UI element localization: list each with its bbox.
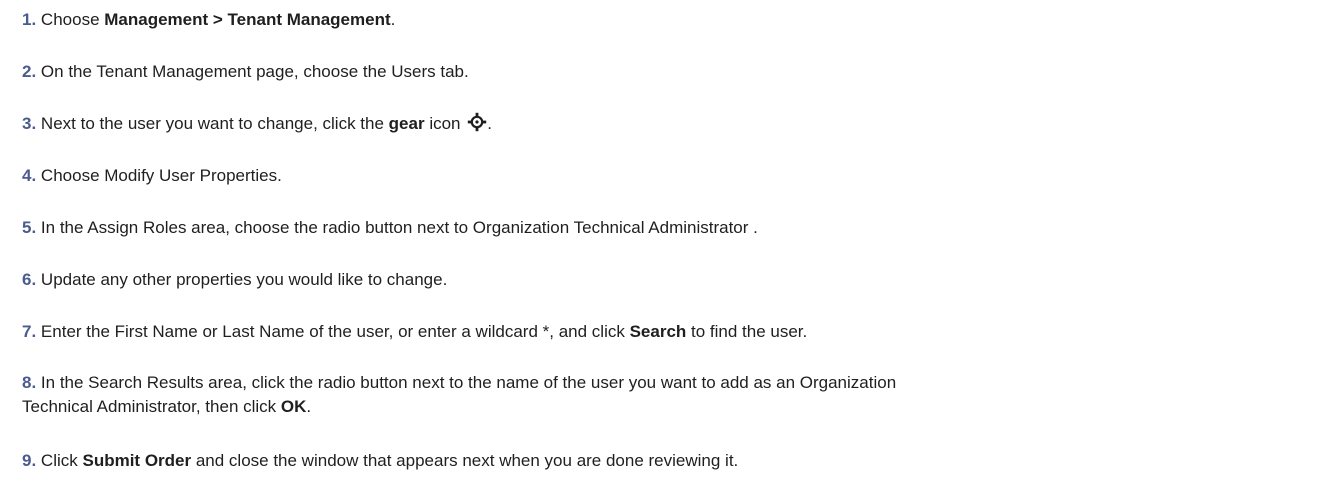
step-number: 6.	[22, 270, 37, 289]
step-text: .	[487, 114, 492, 133]
step-8: 8. In the Search Results area, click the…	[22, 371, 1297, 419]
step-text: Click	[40, 451, 83, 470]
step-text: In the Assign Roles area, choose the rad…	[40, 218, 758, 237]
step-number: 1.	[22, 10, 37, 29]
gear-icon	[467, 112, 487, 132]
step-number: 8.	[22, 373, 37, 392]
step-text: .	[390, 10, 396, 29]
step-7: 7. Enter the First Name or Last Name of …	[22, 320, 1297, 344]
ok-keyword: OK	[280, 397, 307, 416]
step-text: On the Tenant Management page, choose th…	[40, 62, 469, 81]
step-text: icon	[424, 114, 466, 133]
step-text: .	[306, 397, 312, 416]
step-text: Choose	[40, 10, 105, 29]
step-text: and close the window that appears next w…	[191, 451, 739, 470]
step-number: 3.	[22, 114, 37, 133]
instruction-steps: 1. Choose Management > Tenant Management…	[0, 0, 1317, 489]
step-text: Technical Administrator, then click	[22, 397, 281, 416]
gear-keyword: gear	[388, 114, 425, 133]
step-1: 1. Choose Management > Tenant Management…	[22, 8, 1297, 32]
step-5: 5. In the Assign Roles area, choose the …	[22, 216, 1297, 240]
step-2: 2. On the Tenant Management page, choose…	[22, 60, 1297, 84]
step-number: 5.	[22, 218, 37, 237]
step-text: In the Search Results area, click the ra…	[40, 373, 897, 392]
menu-path: Management > Tenant Management	[104, 10, 391, 29]
step-number: 7.	[22, 322, 37, 341]
step-number: 2.	[22, 62, 37, 81]
step-3: 3. Next to the user you want to change, …	[22, 112, 1297, 136]
step-text: Enter the First Name or Last Name of the…	[40, 322, 630, 341]
step-6: 6. Update any other properties you would…	[22, 268, 1297, 292]
step-number: 4.	[22, 166, 37, 185]
step-4: 4. Choose Modify User Properties.	[22, 164, 1297, 188]
step-text: Update any other properties you would li…	[40, 270, 448, 289]
step-9: 9. Click Submit Order and close the wind…	[22, 449, 1297, 473]
step-number: 9.	[22, 451, 37, 470]
step-text: Choose Modify User Properties.	[40, 166, 282, 185]
submit-order-keyword: Submit Order	[82, 451, 192, 470]
step-text: to find the user.	[686, 322, 808, 341]
step-text: Next to the user you want to change, cli…	[40, 114, 389, 133]
search-keyword: Search	[629, 322, 687, 341]
